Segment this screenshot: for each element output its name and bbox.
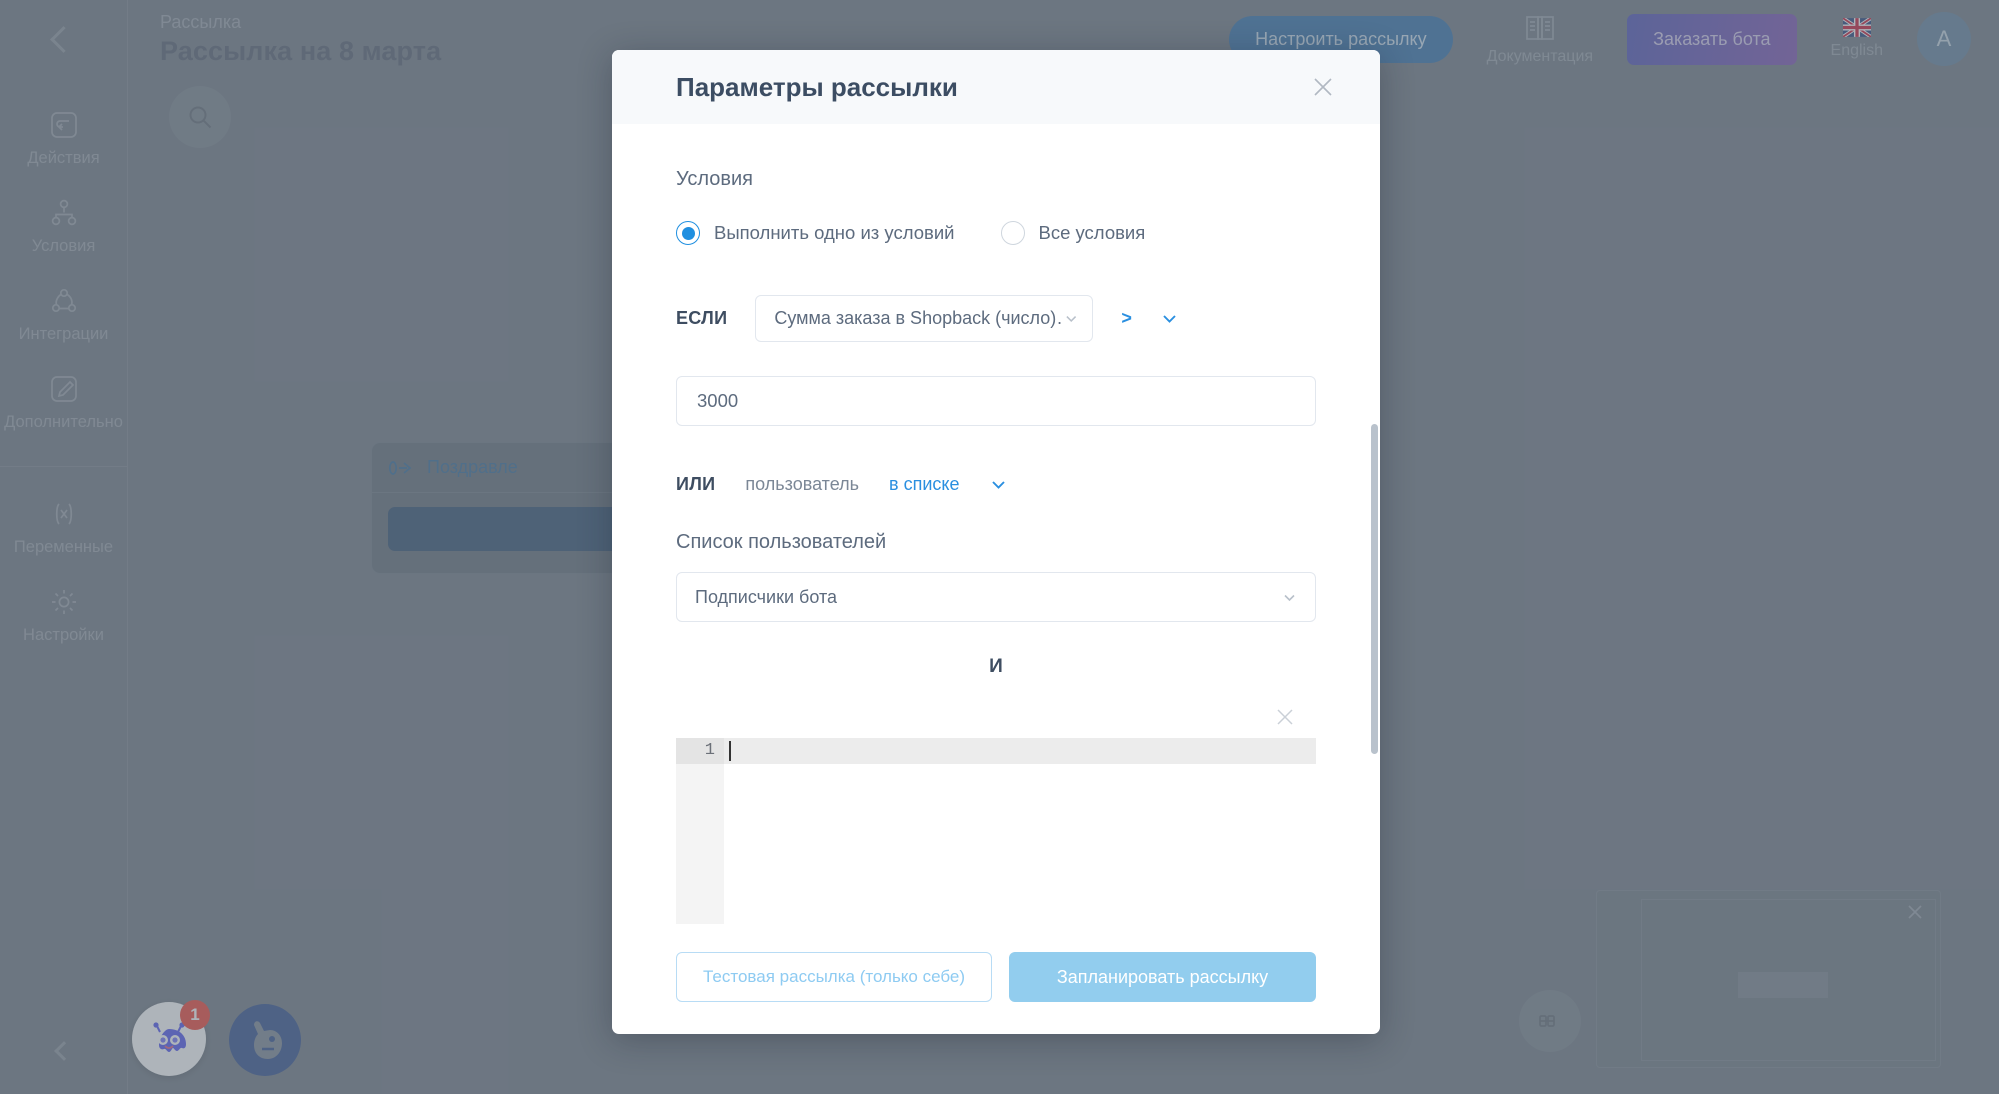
- radio-any-condition[interactable]: Выполнить одно из условий: [676, 221, 955, 245]
- if-field-value: Сумма заказа в Shopback (число)…: [774, 308, 1064, 328]
- radio-mark-empty: [1000, 221, 1025, 245]
- or-condition-value[interactable]: в списке: [889, 474, 959, 495]
- user-list-label: Список пользователей: [676, 531, 887, 553]
- radio-dot: [681, 226, 695, 240]
- radio-mark-selected: [676, 221, 700, 245]
- radio-all-conditions[interactable]: Все условия: [1000, 221, 1146, 245]
- if-keyword: ЕСЛИ: [676, 308, 728, 328]
- editor-close-row: [676, 706, 1316, 728]
- broadcast-settings-dialog: Параметры рассылки Условия Выполнить одн…: [612, 50, 1380, 1034]
- code-editor[interactable]: 1: [676, 738, 1316, 924]
- if-field-select[interactable]: Сумма заказа в Shopback (число)…: [755, 295, 1094, 342]
- dialog-footer: Тестовая рассылка (только себе) Запланир…: [612, 952, 1380, 1034]
- chevron-down-icon[interactable]: [1160, 309, 1179, 328]
- code-line-number: 1: [676, 738, 724, 764]
- and-separator: И: [989, 656, 1003, 677]
- close-icon[interactable]: [1274, 706, 1296, 728]
- user-list-select[interactable]: Подписчики бота: [676, 572, 1316, 622]
- radio-label: Все условия: [1038, 222, 1146, 243]
- dialog-body: Условия Выполнить одно из условий Все ус…: [612, 124, 1380, 952]
- condition-mode-radio-group: Выполнить одно из условий Все условия: [676, 221, 1316, 245]
- code-empty-area[interactable]: [676, 764, 1316, 924]
- conditions-section-label: Условия: [676, 168, 754, 190]
- code-gutter-empty: [676, 764, 724, 924]
- radio-label: Выполнить одно из условий: [714, 222, 955, 243]
- close-icon[interactable]: [1310, 74, 1336, 100]
- if-condition-row: ЕСЛИ Сумма заказа в Shopback (число)… >: [676, 295, 1316, 342]
- or-subject: пользователь: [745, 474, 860, 494]
- dialog-title: Параметры рассылки: [676, 71, 958, 102]
- chevron-down-icon: [1284, 594, 1295, 601]
- code-line-content[interactable]: [731, 738, 1316, 764]
- chevron-down-icon: [1066, 316, 1076, 323]
- code-body-empty[interactable]: [724, 764, 1316, 924]
- test-broadcast-button[interactable]: Тестовая рассылка (только себе): [676, 952, 993, 1002]
- schedule-broadcast-button[interactable]: Запланировать рассылку: [1009, 952, 1316, 1002]
- code-line: 1: [676, 738, 1316, 764]
- condition-value-input[interactable]: [676, 376, 1316, 426]
- operator-value[interactable]: >: [1121, 308, 1132, 329]
- dialog-header: Параметры рассылки: [612, 50, 1380, 124]
- or-keyword: ИЛИ: [676, 474, 716, 494]
- or-condition-row: ИЛИ пользователь в списке: [676, 474, 1316, 495]
- chevron-down-icon[interactable]: [989, 475, 1008, 494]
- dialog-scrollbar[interactable]: [1371, 424, 1378, 754]
- user-list-value: Подписчики бота: [695, 586, 837, 607]
